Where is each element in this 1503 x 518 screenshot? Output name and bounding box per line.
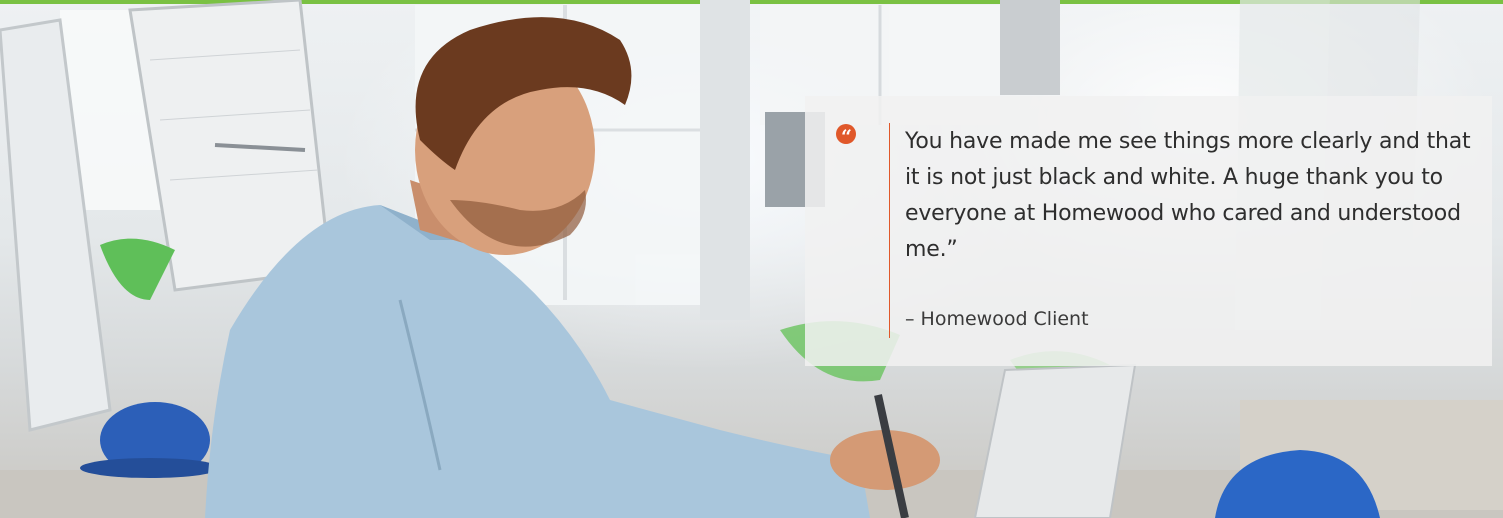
testimonial-hero: “ You have made me see things more clear… [0, 0, 1503, 518]
testimonial-attribution: – Homewood Client [905, 308, 1089, 330]
testimonial-quote: You have made me see things more clearly… [905, 129, 1471, 262]
quote-mark-icon: “ [836, 124, 856, 148]
quote-divider [889, 123, 890, 338]
